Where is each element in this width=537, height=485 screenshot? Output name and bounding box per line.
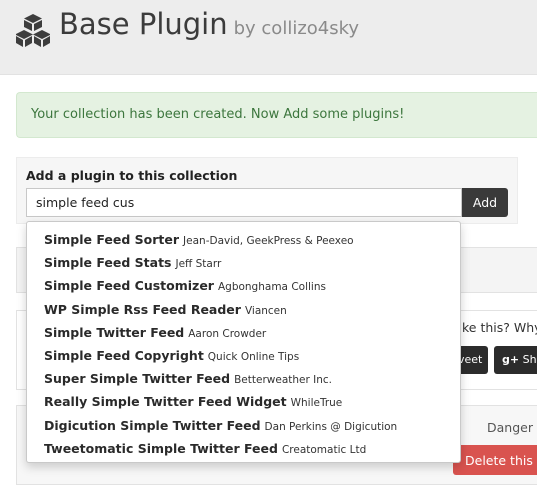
- suggestion-name: Really Simple Twitter Feed Widget: [44, 394, 287, 410]
- add-button[interactable]: Add: [462, 188, 508, 217]
- suggestion-item[interactable]: Simple Feed Stats Jeff Starr: [27, 250, 460, 273]
- tweet-label: veet: [458, 353, 483, 366]
- autocomplete-dropdown: Simple Feed Sorter Jean-David, GeekPress …: [26, 221, 461, 463]
- suggestion-author: Creatomatic Ltd: [281, 443, 367, 456]
- page-title: Base Plugin by collizo4sky: [59, 7, 359, 41]
- cubes-icon: [16, 14, 50, 47]
- page-header: Base Plugin by collizo4sky: [0, 0, 537, 75]
- suggestion-name: WP Simple Rss Feed Reader: [44, 301, 241, 317]
- suggestion-author: Agbonghama Collins: [217, 281, 326, 294]
- suggestion-name: Simple Feed Stats: [44, 255, 172, 271]
- suggestion-item[interactable]: Tweetomatic Simple Twitter Feed Creatomat…: [27, 436, 460, 459]
- alert-message: Your collection has been created. Now Ad…: [31, 107, 405, 122]
- share-prompt: ke this? Why n: [462, 320, 537, 335]
- suggestion-author: Jeff Starr: [175, 258, 222, 271]
- suggestion-item[interactable]: Simple Feed Customizer Agbonghama Collins: [27, 273, 460, 296]
- delete-collection-button[interactable]: Delete this c: [453, 445, 537, 475]
- suggestion-item[interactable]: Simple Feed Sorter Jean-David, GeekPress …: [27, 227, 460, 250]
- suggestion-item[interactable]: WP Simple Rss Feed Reader Viancen: [27, 297, 460, 320]
- suggestion-author: Quick Online Tips: [207, 350, 300, 363]
- add-plugin-label: Add a plugin to this collection: [26, 168, 238, 183]
- suggestion-item[interactable]: Really Simple Twitter Feed Widget WhileTr…: [27, 389, 460, 412]
- suggestion-author: Betterweather Inc.: [234, 374, 332, 387]
- author-byline: by collizo4sky: [233, 18, 360, 39]
- suggestion-author: Aaron Crowder: [188, 327, 267, 340]
- danger-zone-label: Danger Z: [487, 420, 537, 435]
- suggestion-name: Super Simple Twitter Feed: [44, 371, 231, 387]
- suggestion-author: WhileTrue: [290, 397, 343, 410]
- suggestion-name: Simple Feed Copyright: [44, 347, 204, 363]
- suggestion-item[interactable]: Super Simple Twitter Feed Betterweather I…: [27, 366, 460, 389]
- suggestion-name: Simple Feed Customizer: [44, 278, 214, 294]
- suggestion-name: Simple Feed Sorter: [44, 232, 180, 247]
- delete-label: Delete this c: [465, 453, 537, 468]
- share-label: Sha: [522, 353, 537, 366]
- suggestion-author: Jean-David, GeekPress & Peexeo: [183, 235, 354, 247]
- google-share-button[interactable]: g+ Sha: [494, 346, 537, 374]
- suggestion-item[interactable]: Simple Feed Copyright Quick Online Tips: [27, 343, 460, 366]
- plugin-title: Base Plugin: [59, 7, 228, 41]
- success-alert: Your collection has been created. Now Ad…: [16, 92, 537, 138]
- suggestion-name: Digicution Simple Twitter Feed: [44, 417, 261, 433]
- suggestion-name: Tweetomatic Simple Twitter Feed: [44, 440, 278, 456]
- suggestion-item[interactable]: Simple Twitter Feed Aaron Crowder: [27, 320, 460, 343]
- suggestion-author: Dan Perkins @ Digicution: [264, 420, 398, 433]
- suggestion-author: Viancen: [244, 304, 287, 317]
- suggestion-name: Simple Twitter Feed: [44, 324, 185, 340]
- google-plus-icon: g+: [502, 353, 520, 366]
- plugin-search-input[interactable]: [26, 188, 462, 217]
- suggestion-item[interactable]: Digicution Simple Twitter Feed Dan Perkin…: [27, 413, 460, 436]
